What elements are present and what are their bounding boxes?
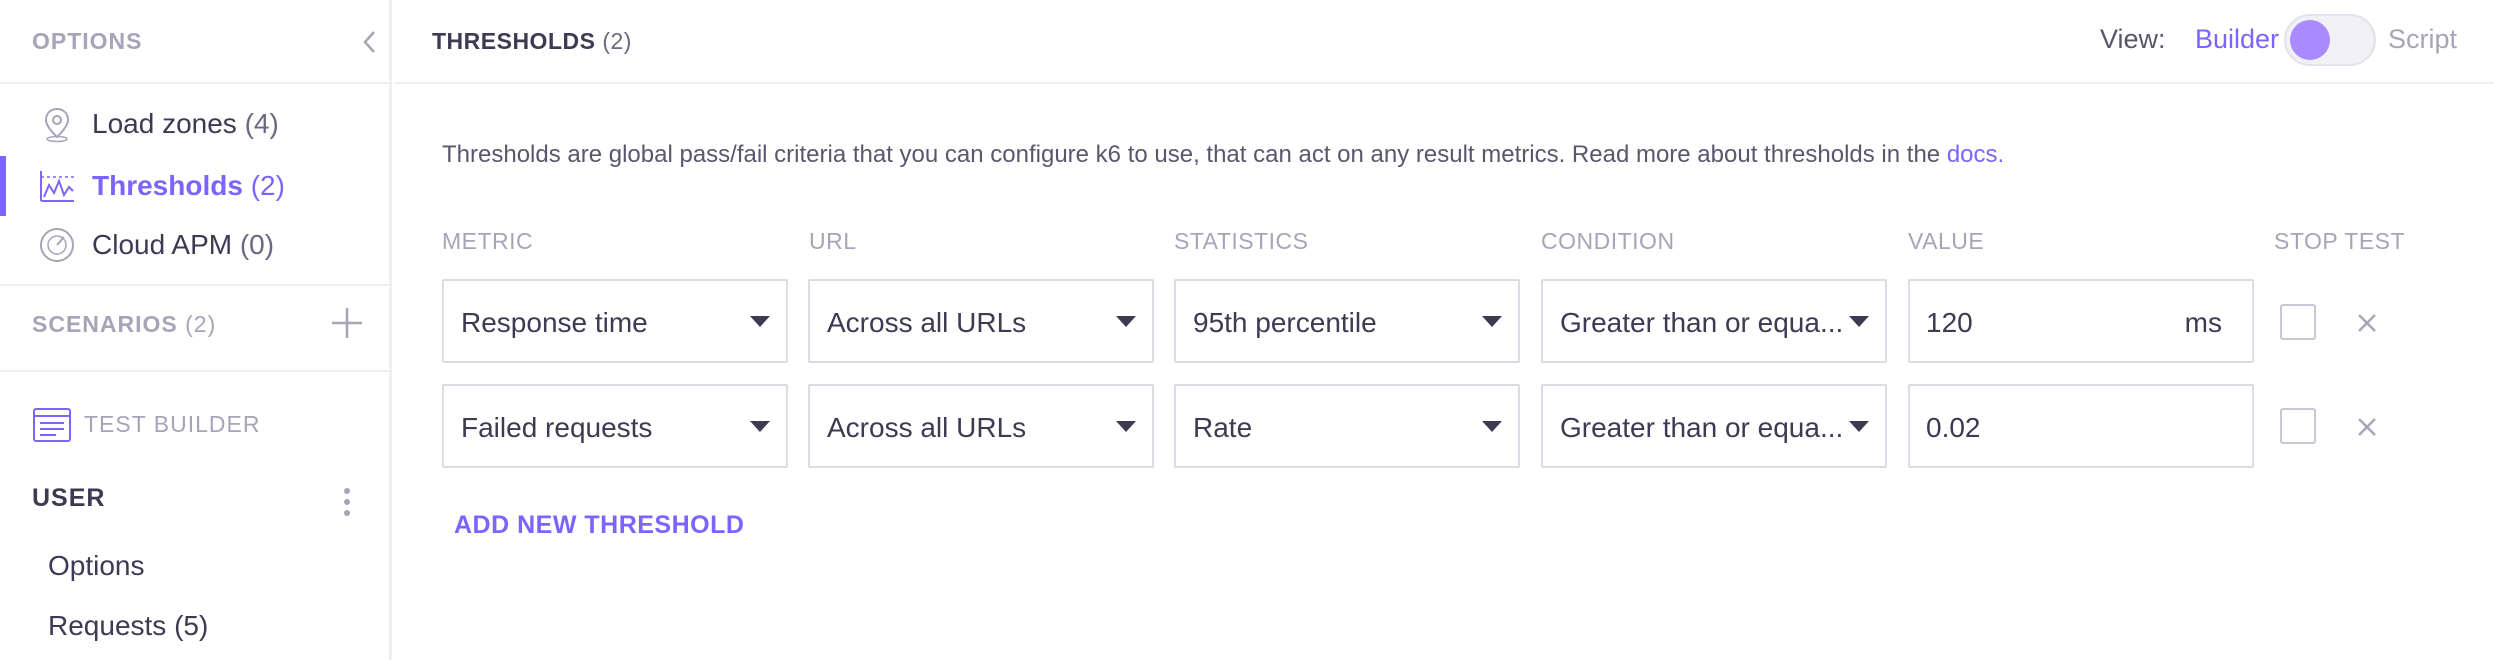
toggle-knob	[2290, 20, 2330, 60]
user-item-options[interactable]: Options	[48, 550, 145, 582]
main-header: THRESHOLDS (2) View: Builder Script	[395, 0, 2494, 84]
unit-label: ms	[2184, 307, 2222, 338]
caret-down-icon	[1116, 421, 1136, 432]
caret-down-icon	[1116, 316, 1136, 327]
stop-test-checkbox[interactable]	[2280, 408, 2316, 444]
sidebar-item-load-zones[interactable]: Load zones (4)	[0, 95, 392, 153]
column-header-metric: METRIC	[442, 228, 534, 254]
statistics-select[interactable]: 95th percentile	[1174, 279, 1520, 363]
metric-select[interactable]: Response time	[442, 279, 788, 363]
test-builder-label[interactable]: TEST BUILDER	[84, 411, 260, 438]
statistics-select[interactable]: Rate	[1174, 384, 1520, 468]
url-value: Across all URLs	[827, 307, 1027, 338]
url-select[interactable]: Across all URLs	[808, 279, 1154, 363]
main-panel: THRESHOLDS (2) View: Builder Script Thre…	[395, 0, 2494, 660]
vertical-dots-icon[interactable]	[340, 484, 354, 524]
caret-down-icon	[1849, 421, 1869, 432]
sidebar-item-thresholds[interactable]: Thresholds (2)	[0, 157, 392, 215]
threshold-value: 0.02	[1926, 412, 1981, 443]
stop-test-checkbox[interactable]	[2280, 304, 2316, 340]
metric-value: Response time	[461, 307, 648, 338]
sidebar-header: OPTIONS	[0, 0, 392, 84]
condition-value: Greater than or equa...	[1560, 412, 1844, 443]
gauge-icon	[38, 226, 76, 264]
value-input[interactable]: 120 ms	[1908, 279, 2254, 363]
divider	[0, 284, 392, 286]
condition-select[interactable]: Greater than or equa...	[1541, 279, 1887, 363]
column-header-url: URL	[809, 228, 857, 254]
view-builder-option[interactable]: Builder	[2195, 24, 2279, 55]
url-select[interactable]: Across all URLs	[808, 384, 1154, 468]
statistics-value: Rate	[1193, 412, 1253, 443]
value-input[interactable]: 0.02	[1908, 384, 2254, 468]
user-item-requests[interactable]: Requests (5)	[48, 610, 208, 642]
description: Thresholds are global pass/fail criteria…	[442, 141, 2005, 168]
thresholds-chart-icon	[38, 167, 76, 205]
test-builder-icon	[32, 405, 72, 445]
column-header-stop-test: STOP TEST	[2274, 228, 2406, 254]
caret-down-icon	[750, 316, 770, 327]
caret-down-icon	[1482, 421, 1502, 432]
column-header-condition: CONDITION	[1541, 228, 1675, 254]
caret-down-icon	[1482, 316, 1502, 327]
condition-select[interactable]: Greater than or equa...	[1541, 384, 1887, 468]
chevron-left-icon[interactable]	[358, 26, 382, 58]
close-icon[interactable]	[2355, 415, 2379, 439]
divider	[0, 370, 392, 372]
sidebar-item-label: Load zones (4)	[92, 108, 279, 139]
column-header-statistics: STATISTICS	[1174, 228, 1309, 254]
column-header-value: VALUE	[1908, 228, 1985, 254]
sidebar: OPTIONS Load zones (4) Thresholds (2) Cl…	[0, 0, 392, 660]
url-value: Across all URLs	[827, 412, 1027, 443]
view-label: View:	[2100, 24, 2166, 54]
sidebar-item-label: Thresholds (2)	[92, 170, 285, 201]
sidebar-title: OPTIONS	[32, 28, 143, 54]
page-title: THRESHOLDS (2)	[432, 28, 632, 54]
metric-select[interactable]: Failed requests	[442, 384, 788, 468]
condition-value: Greater than or equa...	[1560, 307, 1844, 338]
add-threshold-button[interactable]: ADD NEW THRESHOLD	[454, 511, 744, 540]
location-pin-icon	[38, 105, 76, 143]
view-script-option[interactable]: Script	[2388, 24, 2457, 55]
caret-down-icon	[1849, 316, 1869, 327]
caret-down-icon	[750, 421, 770, 432]
close-icon[interactable]	[2355, 311, 2379, 335]
plus-icon[interactable]	[330, 306, 364, 340]
sidebar-item-label: Cloud APM (0)	[92, 229, 275, 260]
view-toggle[interactable]	[2284, 14, 2376, 66]
statistics-value: 95th percentile	[1193, 307, 1377, 338]
threshold-value: 120	[1926, 307, 1973, 338]
user-heading: USER	[32, 484, 106, 512]
sidebar-item-cloud-apm[interactable]: Cloud APM (0)	[0, 216, 392, 274]
metric-value: Failed requests	[461, 412, 653, 443]
docs-link[interactable]: docs.	[1947, 141, 2004, 168]
scenarios-heading[interactable]: SCENARIOS (2)	[32, 311, 216, 338]
